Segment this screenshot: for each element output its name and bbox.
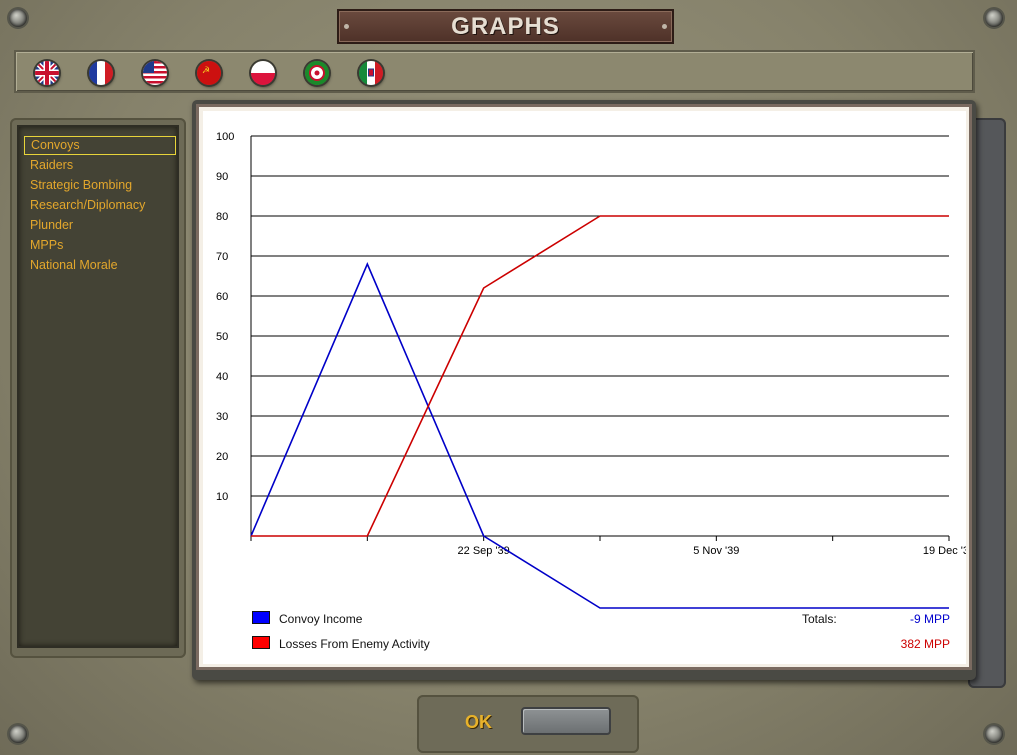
rivet-decoration xyxy=(344,24,349,29)
legend-label-losses: Losses From Enemy Activity xyxy=(279,637,430,651)
total-losses: 382 MPP xyxy=(900,637,950,651)
ussr-flag-icon[interactable]: ☭ xyxy=(197,61,221,85)
x-tick-label: 19 Dec '39 xyxy=(923,545,966,557)
legend-swatch-losses xyxy=(252,636,270,649)
menu-item-convoys[interactable]: Convoys xyxy=(24,136,176,155)
page-title: GRAPHS xyxy=(451,12,560,40)
uk-flag-icon[interactable] xyxy=(35,61,59,85)
y-tick-label: 30 xyxy=(216,411,228,423)
menu-item-strategic-bombing[interactable]: Strategic Bombing xyxy=(24,176,176,195)
series-line xyxy=(250,261,949,609)
y-tick-label: 40 xyxy=(216,371,228,383)
y-tick-label: 10 xyxy=(216,491,228,503)
y-tick-label: 50 xyxy=(216,331,228,343)
screw-decoration xyxy=(985,725,1003,743)
menu-item-research-diplomacy[interactable]: Research/Diplomacy xyxy=(24,196,176,215)
y-tick-label: 70 xyxy=(216,251,228,263)
ok-label: OK xyxy=(465,712,492,732)
rivet-decoration xyxy=(662,24,667,29)
menu-item-raiders[interactable]: Raiders xyxy=(24,156,176,175)
menu-item-mpps[interactable]: MPPs xyxy=(24,236,176,255)
total-convoy-income: -9 MPP xyxy=(909,612,950,626)
x-tick-label: 5 Nov '39 xyxy=(693,545,739,557)
chart-area: 10 20 30 40 50 60 70 80 90 100 22 Sep '39 5 Nov '39… xyxy=(203,111,966,664)
france-flag-icon[interactable] xyxy=(89,61,113,85)
totals-label: Totals: xyxy=(802,612,837,626)
menu-item-plunder[interactable]: Plunder xyxy=(24,216,176,235)
screw-decoration xyxy=(9,725,27,743)
y-tick-label: 80 xyxy=(216,211,228,223)
y-tick-label: 90 xyxy=(216,171,228,183)
y-tick-label: 100 xyxy=(216,131,234,143)
legend-swatch-convoy-income xyxy=(252,611,270,624)
italy-flag-icon[interactable] xyxy=(359,61,383,85)
legend-label-convoy-income: Convoy Income xyxy=(279,612,363,626)
line-chart: 10203040506070809010022 Sep '39 5 Nov '39… xyxy=(216,131,966,609)
y-tick-label: 60 xyxy=(216,291,228,303)
poland-flag-icon[interactable] xyxy=(251,61,275,85)
screw-decoration xyxy=(985,9,1003,27)
nation-flag-bar: ☭ xyxy=(14,50,975,93)
graph-category-menu: Convoys Raiders Strategic Bombing Resear… xyxy=(17,125,179,648)
usa-flag-icon[interactable] xyxy=(143,61,167,85)
title-plate: GRAPHS xyxy=(337,9,674,44)
svg-text:☭: ☭ xyxy=(202,66,210,76)
ok-button[interactable] xyxy=(521,707,611,735)
neutral-flag-icon[interactable] xyxy=(305,61,329,85)
menu-item-national-morale[interactable]: National Morale xyxy=(24,256,176,275)
screw-decoration xyxy=(9,9,27,27)
y-tick-label: 20 xyxy=(216,451,228,463)
